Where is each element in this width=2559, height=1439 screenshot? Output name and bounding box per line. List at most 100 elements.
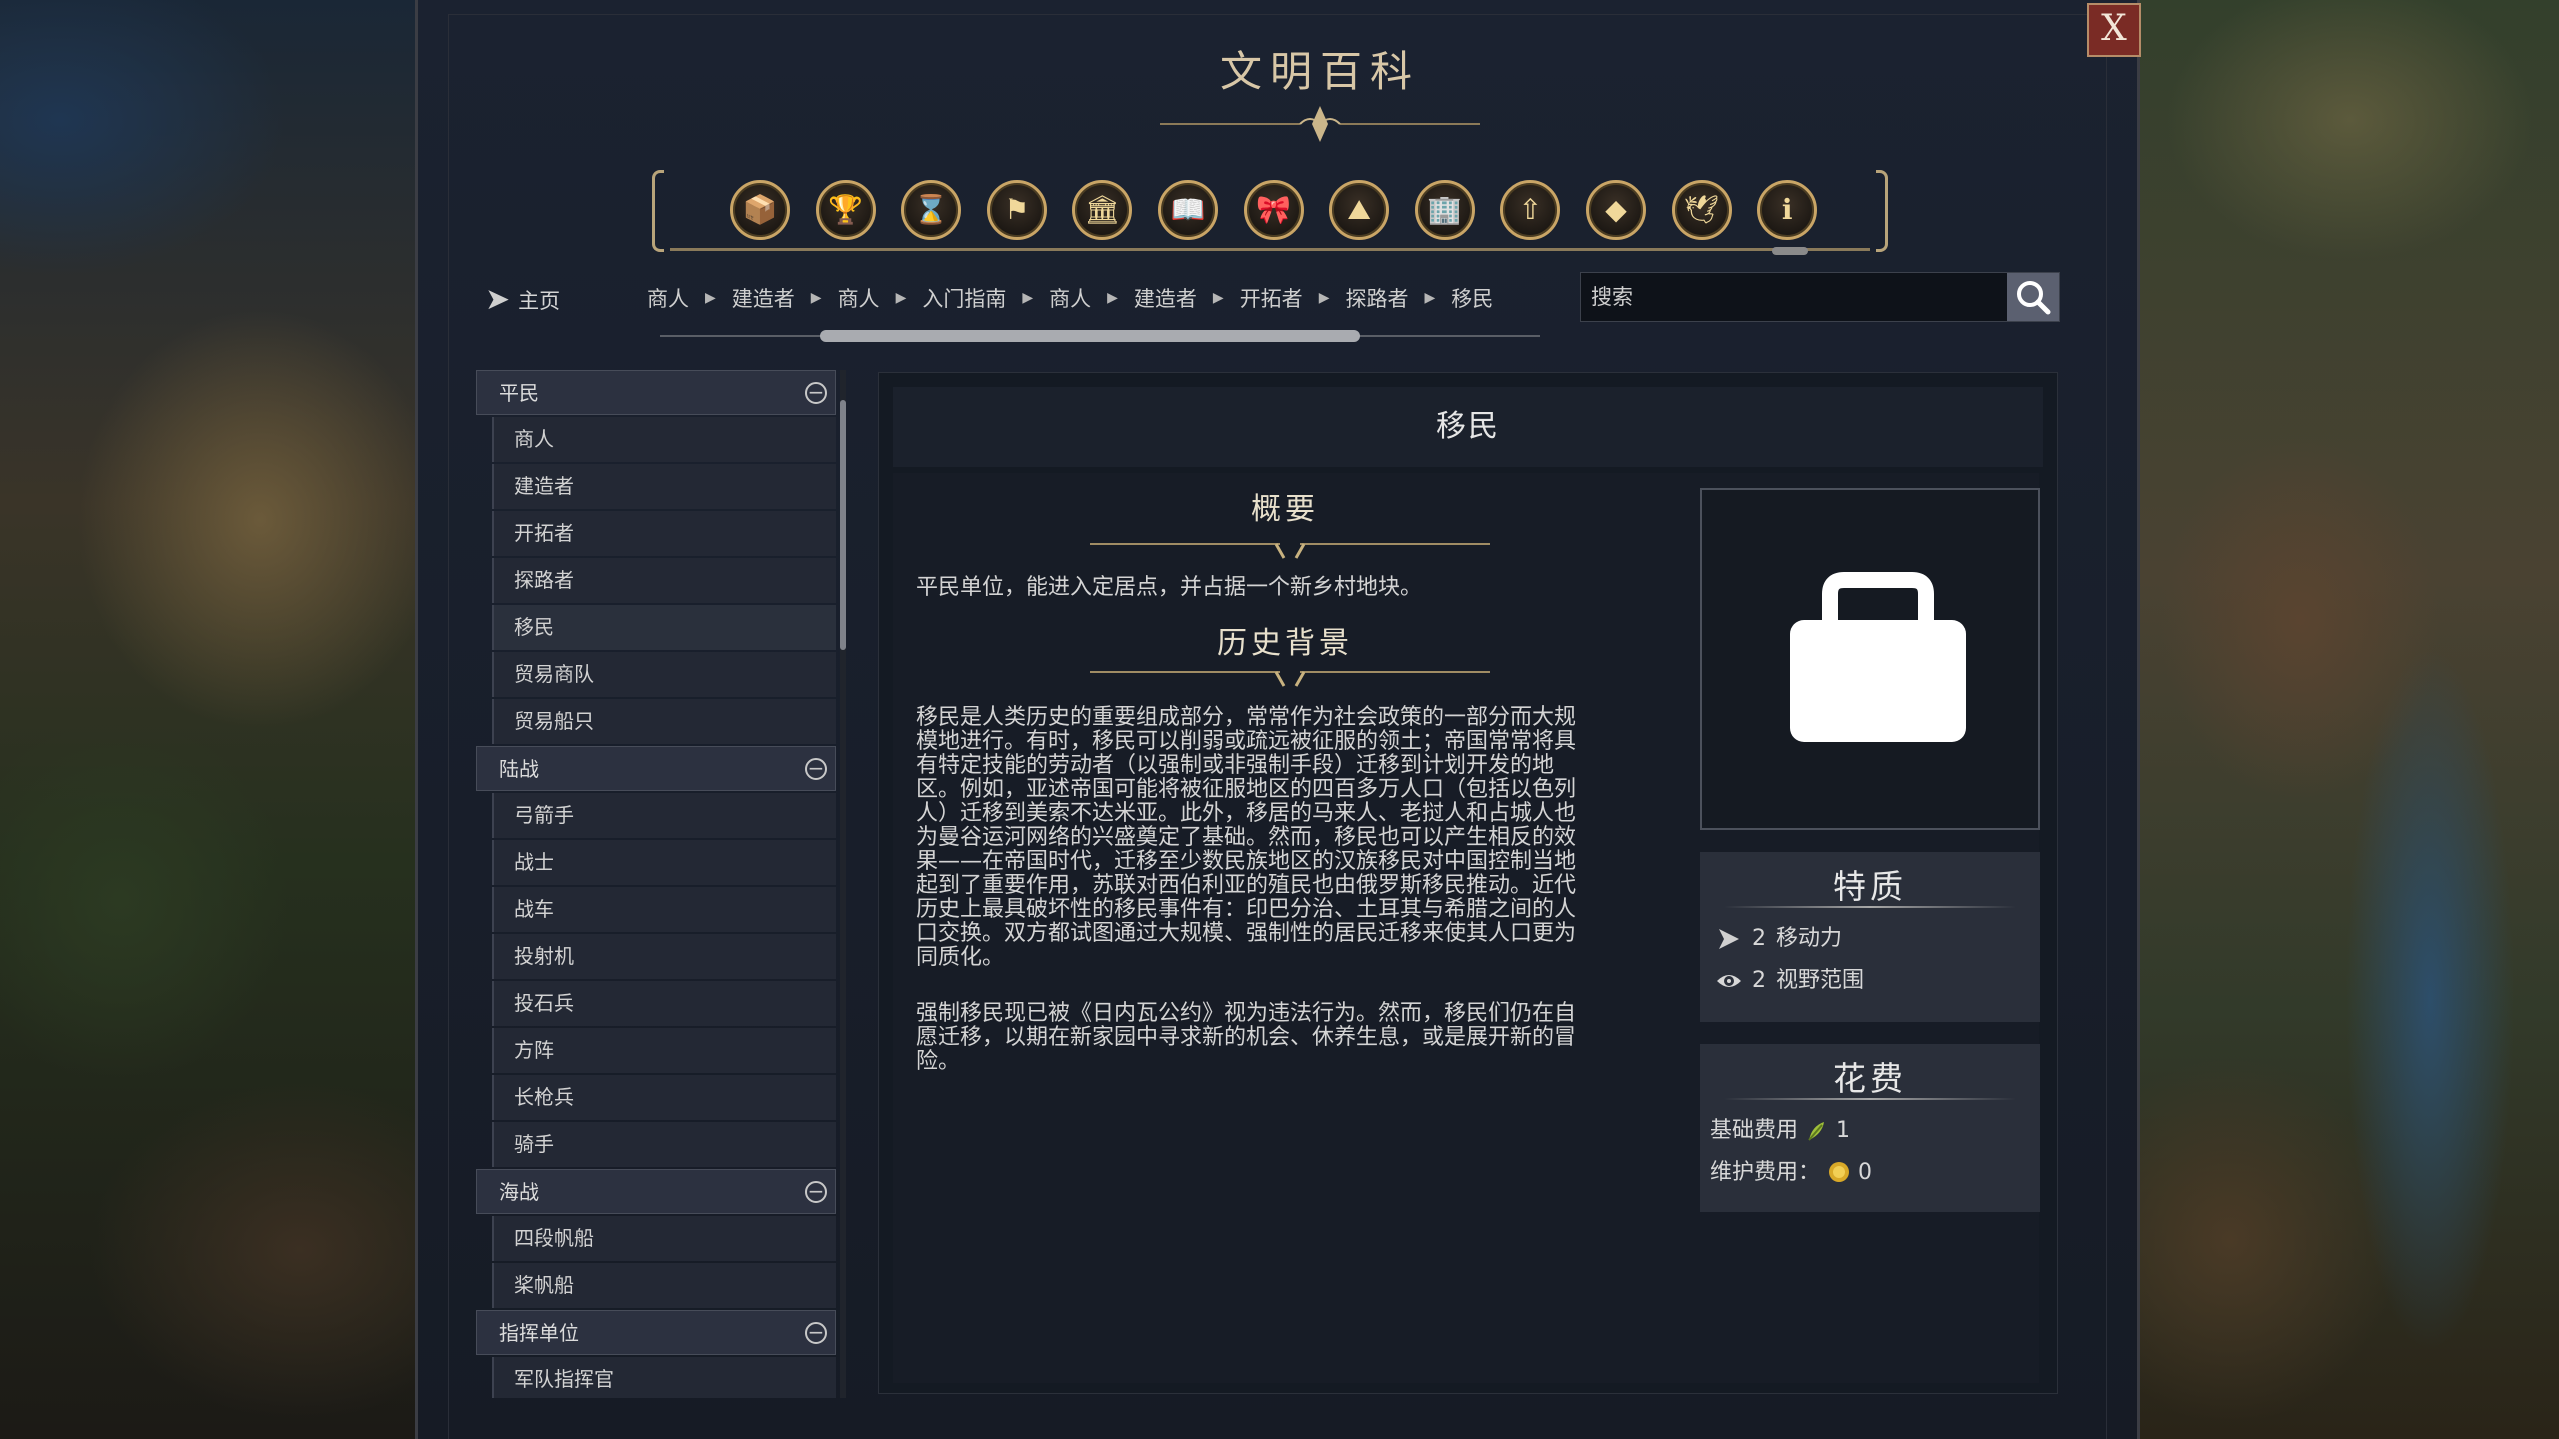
sidebar-item[interactable]: 商人 <box>492 417 836 462</box>
sidebar-scrollbar[interactable] <box>840 370 846 1398</box>
iconbar-bracket-left <box>652 170 664 252</box>
sidebar-item[interactable]: 探路者 <box>492 558 836 603</box>
collapse-minus-icon[interactable]: − <box>805 758 827 780</box>
sidebar-item[interactable]: 方阵 <box>492 1028 836 1073</box>
breadcrumb-item[interactable]: 移民 <box>1449 283 1495 313</box>
history-line: 移民是人类历史的重要组成部分，常常作为社会政策的一部分而大规 <box>916 705 1577 730</box>
briefcase-icon <box>1790 572 1966 742</box>
ribbon-icon[interactable]: 🎀 <box>1243 180 1304 240</box>
sidebar-item[interactable]: 贸易商队 <box>492 652 836 697</box>
food-icon <box>1808 1122 1825 1141</box>
info-icon[interactable]: ℹ <box>1757 180 1818 255</box>
gold-coin-icon <box>1829 1162 1850 1182</box>
sidebar-item[interactable]: 桨帆船 <box>492 1263 836 1308</box>
history-line: 强制移民现已被《日内瓦公约》视为违法行为。然而，移民们仍在自 <box>916 1001 1577 1026</box>
breadcrumb-separator-icon: ▶ <box>1318 290 1330 306</box>
hourglass-icon[interactable]: ⌛ <box>901 180 962 240</box>
flag-icon[interactable]: ⚑ <box>986 180 1047 240</box>
collapse-minus-icon[interactable]: − <box>805 382 827 404</box>
sidebar-group-header[interactable]: 海战 − <box>476 1169 836 1214</box>
sidebar-group-header[interactable]: 指挥单位 − <box>476 1310 836 1355</box>
breadcrumb-separator-icon: ▶ <box>895 290 907 306</box>
breadcrumb-scroll-thumb[interactable] <box>820 330 1360 342</box>
breadcrumb-separator-icon: ▶ <box>1212 290 1224 306</box>
sidebar-item[interactable]: 弓箭手 <box>492 793 836 838</box>
breadcrumb-item[interactable]: 入门指南 <box>920 283 1008 313</box>
article-title: 移民 <box>893 387 2043 467</box>
buildings-icon[interactable]: 🏢 <box>1414 180 1475 240</box>
sidebar-item[interactable]: 移民 <box>492 605 836 650</box>
book-icon[interactable]: 📖 <box>1158 180 1218 240</box>
trait-sight: 2 视野范围 <box>1700 960 2040 1002</box>
sidebar-scroll-thumb[interactable] <box>840 400 846 650</box>
iconbar-rail <box>670 248 1870 251</box>
history-paragraph-2: 强制移民现已被《日内瓦公约》视为违法行为。然而，移民们仍在自 愿迁移，以期在新家园… <box>916 1002 1656 1074</box>
sidebar-group-header[interactable]: 平民 − <box>476 370 836 415</box>
unit-portrait <box>1700 488 2040 830</box>
history-line: 果——在帝国时代，迁移至少数民族地区的汉族移民对中国控制当地 <box>916 849 1577 874</box>
sidebar-group-label: 陆战 <box>499 757 539 781</box>
home-link[interactable]: ➤ 主页 <box>485 282 560 317</box>
sidebar-item[interactable]: 贸易船只 <box>492 699 836 744</box>
goblet-icon[interactable]: 🏆 <box>815 180 876 240</box>
breadcrumb-separator-icon: ▶ <box>705 290 716 306</box>
cost-base: 基础费用 1 <box>1700 1110 2040 1152</box>
sidebar-item[interactable]: 投射机 <box>492 934 836 979</box>
sidebar-item[interactable]: 战士 <box>492 840 836 885</box>
breadcrumb: 商人 ▶ 建造者 ▶ 商人 ▶ 入门指南 ▶ 商人 ▶ 建造者 ▶ 开拓者 ▶ 探路者 ▶ 移民 <box>645 283 1495 313</box>
temple-icon[interactable]: 🏛 <box>1072 180 1133 240</box>
history-line: 人）迁移到美索不达米亚。此外，移居的马来人、老挝人和占城人也 <box>916 801 1577 826</box>
back-arrow-icon: ➤ <box>485 282 511 317</box>
breadcrumb-item[interactable]: 商人 <box>1047 283 1093 313</box>
search-input[interactable] <box>1581 273 2006 321</box>
collapse-minus-icon[interactable]: − <box>805 1322 827 1344</box>
sidebar-item[interactable]: 军队指挥官 <box>492 1357 836 1398</box>
cost-maintenance-label: 维护费用： <box>1710 1160 1821 1185</box>
search-button[interactable] <box>2007 273 2059 321</box>
close-button[interactable]: X <box>2087 3 2141 57</box>
sidebar-group-header[interactable]: 陆战 − <box>476 746 836 791</box>
breadcrumb-item[interactable]: 商人 <box>645 283 691 313</box>
breadcrumb-separator-icon: ▶ <box>810 290 822 306</box>
sidebar-item[interactable]: 建造者 <box>492 464 836 509</box>
sidebar-item[interactable]: 战车 <box>492 887 836 932</box>
breadcrumb-item[interactable]: 建造者 <box>1132 283 1199 313</box>
history-line: 区。例如，亚述帝国可能将被征服地区的四百多万人口（包括以色列 <box>916 777 1577 802</box>
history-ornament <box>1090 671 1490 687</box>
breadcrumb-separator-icon: ▶ <box>1424 290 1436 306</box>
units-icon[interactable]: 📦 <box>730 180 790 240</box>
cost-heading: 花费 <box>1833 1059 1907 1098</box>
history-line: 历史上最具破坏性的移民事件有：印巴分治、土耳其与希腊之间的人 <box>916 897 1577 922</box>
breadcrumb-item[interactable]: 建造者 <box>730 283 797 313</box>
sidebar-item[interactable]: 投石兵 <box>492 981 836 1026</box>
history-line: 起到了重要作用，苏联对西伯利亚的殖民也由俄罗斯移民推动。近代 <box>916 873 1577 898</box>
category-icon-bar: 📦 🏆 ⌛ ⚑ 🏛 📖 🎀 ⛰ 🏢 ⇧ ◆ 🕊 ℹ <box>650 170 1890 256</box>
traits-box: 特质 2 移动力 2 视野范围 <box>1700 852 2040 1022</box>
sidebar-item[interactable]: 骑手 <box>492 1122 836 1167</box>
trait-movement-value: 2 <box>1752 926 1766 951</box>
trait-movement: 2 移动力 <box>1700 918 2040 960</box>
history-line: 险。 <box>916 1049 961 1074</box>
breadcrumb-scrollbar[interactable] <box>660 330 1540 342</box>
sidebar-group-label: 海战 <box>499 1180 539 1204</box>
search-icon <box>2017 281 2051 315</box>
sidebar-item[interactable]: 开拓者 <box>492 511 836 556</box>
upgrade-arrow-icon[interactable]: ⇧ <box>1500 180 1561 240</box>
sidebar-item[interactable]: 四段帆船 <box>492 1216 836 1261</box>
collapse-minus-icon[interactable]: − <box>805 1181 827 1203</box>
breadcrumb-item[interactable]: 商人 <box>836 283 882 313</box>
history-line: 有特定技能的劳动者（以强制或非强制手段）迁移到计划开发的地 <box>916 753 1555 778</box>
sidebar-item[interactable]: 长枪兵 <box>492 1075 836 1120</box>
history-line: 愿迁移，以期在新家园中寻求新的机会、休养生息，或是展开新的冒 <box>916 1025 1577 1050</box>
cost-base-label: 基础费用 <box>1710 1118 1799 1143</box>
mountain-icon[interactable]: ⛰ <box>1329 180 1390 240</box>
trait-sight-value: 2 <box>1752 968 1766 993</box>
diamond-icon[interactable]: ◆ <box>1586 180 1646 240</box>
history-line: 为曼谷运河网络的兴盛奠定了基础。然而，移民也可以产生相反的效 <box>916 825 1577 850</box>
breadcrumb-item[interactable]: 探路者 <box>1343 283 1410 313</box>
dove-icon[interactable]: 🕊 <box>1671 180 1732 240</box>
eye-icon <box>1717 975 1741 987</box>
breadcrumb-separator-icon: ▶ <box>1022 290 1034 306</box>
home-label: 主页 <box>518 288 561 313</box>
breadcrumb-item[interactable]: 开拓者 <box>1238 283 1305 313</box>
